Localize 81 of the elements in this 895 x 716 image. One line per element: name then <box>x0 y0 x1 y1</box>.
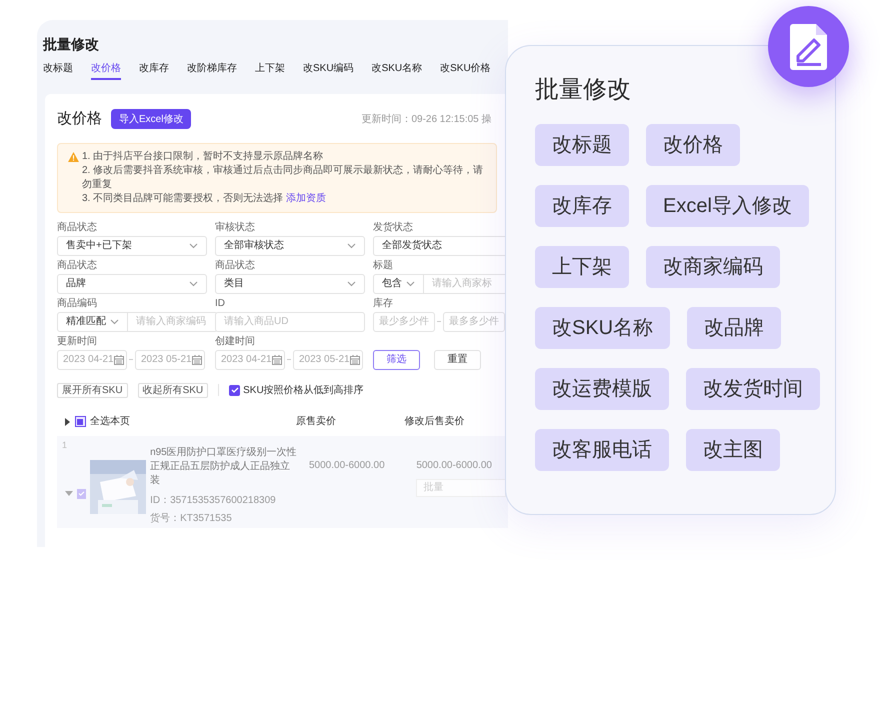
chevron-down-icon <box>347 242 356 248</box>
filter-label: 创建时间 <box>215 336 256 348</box>
column-header: 修改后售卖价 <box>404 414 466 429</box>
tab[interactable]: 改库存 <box>139 62 169 80</box>
notice-text: 1. 由于抖店平台接口限制，暂时不支持显示原品牌名称 <box>82 150 324 164</box>
feature-chip[interactable]: 改库存 <box>535 185 629 227</box>
dropdown[interactable]: 品牌 <box>57 274 207 294</box>
checkbox[interactable] <box>229 384 240 396</box>
checkbox-label: SKU按照价格从低到高排序 <box>243 384 364 398</box>
text-input[interactable]: 请输入商家标 <box>424 274 508 294</box>
filter-label: 标题 <box>373 260 394 272</box>
id-input[interactable]: 请输入商品UD <box>215 312 365 332</box>
dropdown[interactable]: 全部发货状态 <box>373 236 508 256</box>
select-all-checkbox[interactable] <box>75 416 86 427</box>
reset-button[interactable]: 重置 <box>434 350 481 370</box>
chevron-down-icon <box>189 242 198 248</box>
card-title: 批量修改 <box>535 75 632 105</box>
text-input[interactable]: 请输入商家编码 <box>128 312 218 332</box>
chevron-down-icon <box>189 280 198 286</box>
filter-label: 商品状态 <box>57 260 98 272</box>
feature-chip[interactable]: Excel导入修改 <box>646 185 809 227</box>
feature-chip[interactable]: 改价格 <box>646 124 740 166</box>
price-cell-text: 5000.00-6000.00 <box>416 458 493 472</box>
feature-chip[interactable]: 改SKU名称 <box>535 307 670 349</box>
warning-icon <box>68 152 79 162</box>
row-checkbox[interactable] <box>77 488 86 498</box>
update-time: 更新时间：09-26 12:15:05 操 <box>361 112 492 127</box>
chevron-down-icon <box>406 280 415 286</box>
feature-chip[interactable]: 改主图 <box>686 429 780 471</box>
filter-label: ID <box>215 298 226 310</box>
filter-label: 商品编码 <box>57 298 98 310</box>
filter-label: 审核状态 <box>215 222 256 234</box>
price-cell-text: 5000.00-6000.00 <box>309 458 386 472</box>
tab[interactable]: 上下架 <box>255 62 285 80</box>
page-title: 批量修改 <box>43 35 100 53</box>
row-number: 1 <box>62 438 68 452</box>
tab[interactable]: 改SKU编码 <box>303 62 354 80</box>
filter-label: 商品状态 <box>215 260 256 272</box>
filter-label: 商品状态 <box>57 222 98 234</box>
stock-input[interactable]: 最多多少件 <box>443 312 505 332</box>
chevron-down-icon <box>347 280 356 286</box>
product-code: 货号：KT3571535 <box>150 512 233 526</box>
feature-chip[interactable]: 改标题 <box>535 124 629 166</box>
section-title: 改价格 <box>57 109 102 129</box>
calendar-icon <box>350 354 360 364</box>
sku-toggle-button[interactable]: 收起所有SKU <box>138 382 208 398</box>
feature-chip[interactable]: 改运费模版 <box>535 368 669 410</box>
stock-input[interactable]: 最少多少件 <box>373 312 435 332</box>
tab[interactable]: 改阶梯库存 <box>187 62 237 80</box>
column-header: 原售卖价 <box>296 414 338 429</box>
calendar-icon <box>192 354 202 364</box>
feature-chip[interactable]: 改客服电话 <box>535 429 669 471</box>
filter-button[interactable]: 筛选 <box>373 350 420 370</box>
calendar-icon <box>114 354 124 364</box>
notice-text: 2. 修改后需要抖音系统审核，审核通过后点击同步商品即可展示最新状态，请耐心等待，请勿重复 <box>82 164 484 192</box>
tab[interactable]: 改SKU名称 <box>372 62 422 80</box>
notice-text: 3. 不同类目品牌可能需要授权，否则无法选择 <box>82 192 284 206</box>
tab[interactable]: 改标题 <box>43 62 73 80</box>
dropdown[interactable]: 类目 <box>215 274 365 294</box>
filter-label: 更新时间 <box>57 336 98 348</box>
add-qualification-link[interactable]: 添加资质 <box>286 192 326 206</box>
import-excel-button[interactable]: 导入Excel修改 <box>111 109 192 130</box>
sku-toggle-button[interactable]: 展开所有SKU <box>57 382 128 398</box>
filter-label: 库存 <box>373 298 394 310</box>
match-dropdown[interactable]: 精准匹配 <box>57 312 128 332</box>
feature-chip[interactable]: 改商家编码 <box>646 246 780 288</box>
calendar-icon <box>272 354 282 364</box>
tab[interactable]: 改SKU价格 <box>440 62 491 80</box>
feature-chip[interactable]: 改发货时间 <box>686 368 820 410</box>
product-id: ID：3571535357600218309 <box>150 494 277 508</box>
expand-icon[interactable] <box>65 418 70 426</box>
column-header: 全选本页 <box>90 414 131 429</box>
feature-chip[interactable]: 改品牌 <box>687 307 782 349</box>
dropdown[interactable]: 全部审核状态 <box>215 236 365 256</box>
feature-chip[interactable]: 上下架 <box>535 246 629 288</box>
match-dropdown[interactable]: 包含 <box>373 274 424 294</box>
tab[interactable]: 改价格 <box>91 62 121 80</box>
filter-label: 发货状态 <box>373 222 414 234</box>
chevron-down-icon <box>110 318 119 324</box>
dropdown[interactable]: 售卖中+已下架 <box>57 236 207 256</box>
product-title: n95医用防护口罩医疗级别一次性正规正品五层防护成人正品独立装 <box>150 446 297 488</box>
